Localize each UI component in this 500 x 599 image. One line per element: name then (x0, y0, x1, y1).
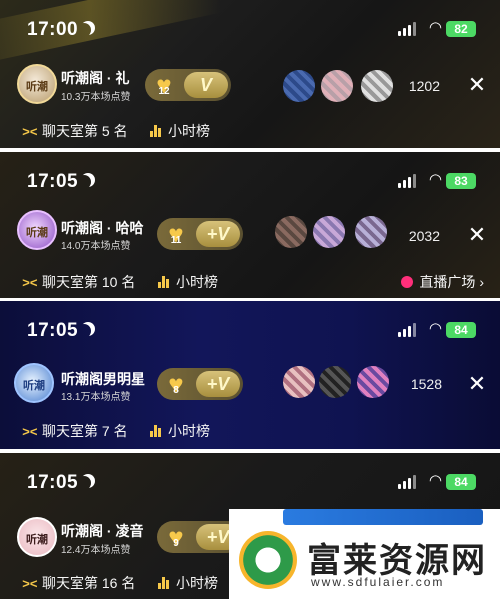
viewer-count[interactable]: 2032 (409, 228, 440, 244)
room-avatar[interactable]: 听潮 (17, 210, 57, 250)
hour-label: 小时榜 (168, 123, 210, 139)
moon-icon (77, 476, 91, 490)
room-likes: 12.4万本场点赞 (61, 545, 131, 556)
room-name[interactable]: 听潮阁男明星 (61, 369, 145, 389)
room-name[interactable]: 听潮阁 · 凌音 (61, 521, 143, 541)
live-plaza-icon (401, 276, 414, 288)
viewer-avatar[interactable] (283, 366, 315, 398)
plaza-label: 直播广场 › (419, 274, 484, 290)
signal-icon (398, 323, 416, 337)
room-rank[interactable]: >< 聊天室第 5 名 (22, 121, 128, 141)
viewer-avatar[interactable] (321, 70, 353, 102)
viewer-avatar[interactable] (319, 366, 351, 398)
viewer-avatars[interactable] (275, 366, 395, 400)
hour-rank[interactable]: 小时榜 (150, 121, 210, 141)
fan-club-badge[interactable]: ♥ 8 +V (157, 368, 243, 400)
signal-icon (398, 22, 416, 36)
watermark-url: www.sdfulaier.com (311, 575, 445, 589)
hour-label: 小时榜 (176, 575, 218, 591)
rank-icon: >< (22, 424, 38, 439)
viewer-avatars[interactable] (275, 216, 395, 250)
vip-badge: V (184, 72, 228, 98)
live-plaza-link[interactable]: 直播广场 › (401, 272, 484, 292)
wifi-icon: ◠ (428, 19, 442, 36)
hour-chart-icon (158, 577, 170, 589)
room-likes: 14.0万本场点赞 (61, 241, 131, 252)
fan-level: 9 (173, 538, 179, 549)
watermark-banner (283, 509, 483, 525)
hour-rank[interactable]: 小时榜 (158, 272, 218, 292)
room-avatar[interactable]: 听潮 (17, 64, 57, 104)
room-name[interactable]: 听潮阁 · 礼 (61, 68, 129, 88)
rank-label: 聊天室第 16 名 (42, 575, 136, 591)
hour-chart-icon (150, 125, 162, 137)
wifi-icon: ◠ (428, 171, 442, 188)
battery-level: 84 (446, 322, 476, 338)
viewer-avatar[interactable] (357, 366, 389, 398)
moon-icon (77, 23, 91, 37)
close-icon[interactable]: ✕ (466, 373, 488, 395)
site-watermark: 富莱资源网 www.sdfulaier.com (229, 509, 500, 599)
status-time: 17:05 (27, 472, 79, 493)
live-room-card-1: 17:00 ◠ 82 听潮 听潮阁 · 礼 10.3万本场点赞 ♥ 12 V 12… (0, 0, 500, 148)
room-rank[interactable]: >< 聊天室第 7 名 (22, 421, 128, 441)
status-time: 17:05 (27, 320, 79, 341)
battery-level: 82 (446, 21, 476, 37)
hour-rank[interactable]: 小时榜 (150, 421, 210, 441)
fan-level: 11 (170, 235, 182, 246)
room-likes: 13.1万本场点赞 (61, 392, 131, 403)
viewer-count[interactable]: 1528 (411, 376, 442, 392)
room-rank[interactable]: >< 聊天室第 16 名 (22, 573, 135, 593)
viewer-count[interactable]: 1202 (409, 78, 440, 94)
room-likes: 10.3万本场点赞 (61, 92, 131, 103)
rank-icon: >< (22, 576, 38, 591)
hour-label: 小时榜 (168, 423, 210, 439)
moon-icon (77, 175, 91, 189)
viewer-avatar[interactable] (283, 70, 315, 102)
viewer-avatar[interactable] (355, 216, 387, 248)
live-room-card-3: 17:05 ◠ 84 听潮 听潮阁男明星 13.1万本场点赞 ♥ 8 +V 152… (0, 301, 500, 449)
vip-badge: +V (196, 221, 240, 247)
signal-icon (398, 174, 416, 188)
hour-label: 小时榜 (176, 274, 218, 290)
viewer-avatar[interactable] (313, 216, 345, 248)
moon-icon (77, 324, 91, 338)
close-icon[interactable]: ✕ (466, 224, 488, 246)
rank-label: 聊天室第 7 名 (42, 423, 128, 439)
status-time: 17:00 (27, 19, 79, 40)
room-avatar[interactable]: 听潮 (17, 517, 57, 557)
fan-level: 12 (158, 86, 170, 97)
live-room-card-2: 17:05 ◠ 83 听潮 听潮阁 · 哈哈 14.0万本场点赞 ♥ 11 +V … (0, 152, 500, 298)
fan-club-badge[interactable]: ♥ 12 V (145, 69, 231, 101)
heart-icon: ♥ 12 (149, 72, 179, 98)
room-avatar[interactable]: 听潮 (14, 363, 54, 403)
rank-icon: >< (22, 275, 38, 290)
rank-icon: >< (22, 124, 38, 139)
battery-level: 83 (446, 173, 476, 189)
room-rank[interactable]: >< 聊天室第 10 名 (22, 272, 135, 292)
viewer-avatar[interactable] (361, 70, 393, 102)
wifi-icon: ◠ (428, 472, 442, 489)
leaf-logo-icon (239, 531, 297, 589)
rank-label: 聊天室第 5 名 (42, 123, 128, 139)
close-icon[interactable]: ✕ (466, 74, 488, 96)
vip-badge: +V (196, 371, 240, 397)
viewer-avatar[interactable] (275, 216, 307, 248)
hour-chart-icon (150, 425, 162, 437)
rank-label: 聊天室第 10 名 (42, 274, 136, 290)
status-time: 17:05 (27, 171, 79, 192)
room-name[interactable]: 听潮阁 · 哈哈 (61, 218, 143, 238)
fan-level: 8 (173, 385, 179, 396)
hour-rank[interactable]: 小时榜 (158, 573, 218, 593)
heart-icon: ♥ 9 (161, 524, 191, 550)
viewer-avatars[interactable] (275, 70, 395, 104)
signal-icon (398, 475, 416, 489)
battery-level: 84 (446, 474, 476, 490)
heart-icon: ♥ 11 (161, 221, 191, 247)
fan-club-badge[interactable]: ♥ 11 +V (157, 218, 243, 250)
hour-chart-icon (158, 276, 170, 288)
wifi-icon: ◠ (428, 320, 442, 337)
heart-icon: ♥ 8 (161, 371, 191, 397)
